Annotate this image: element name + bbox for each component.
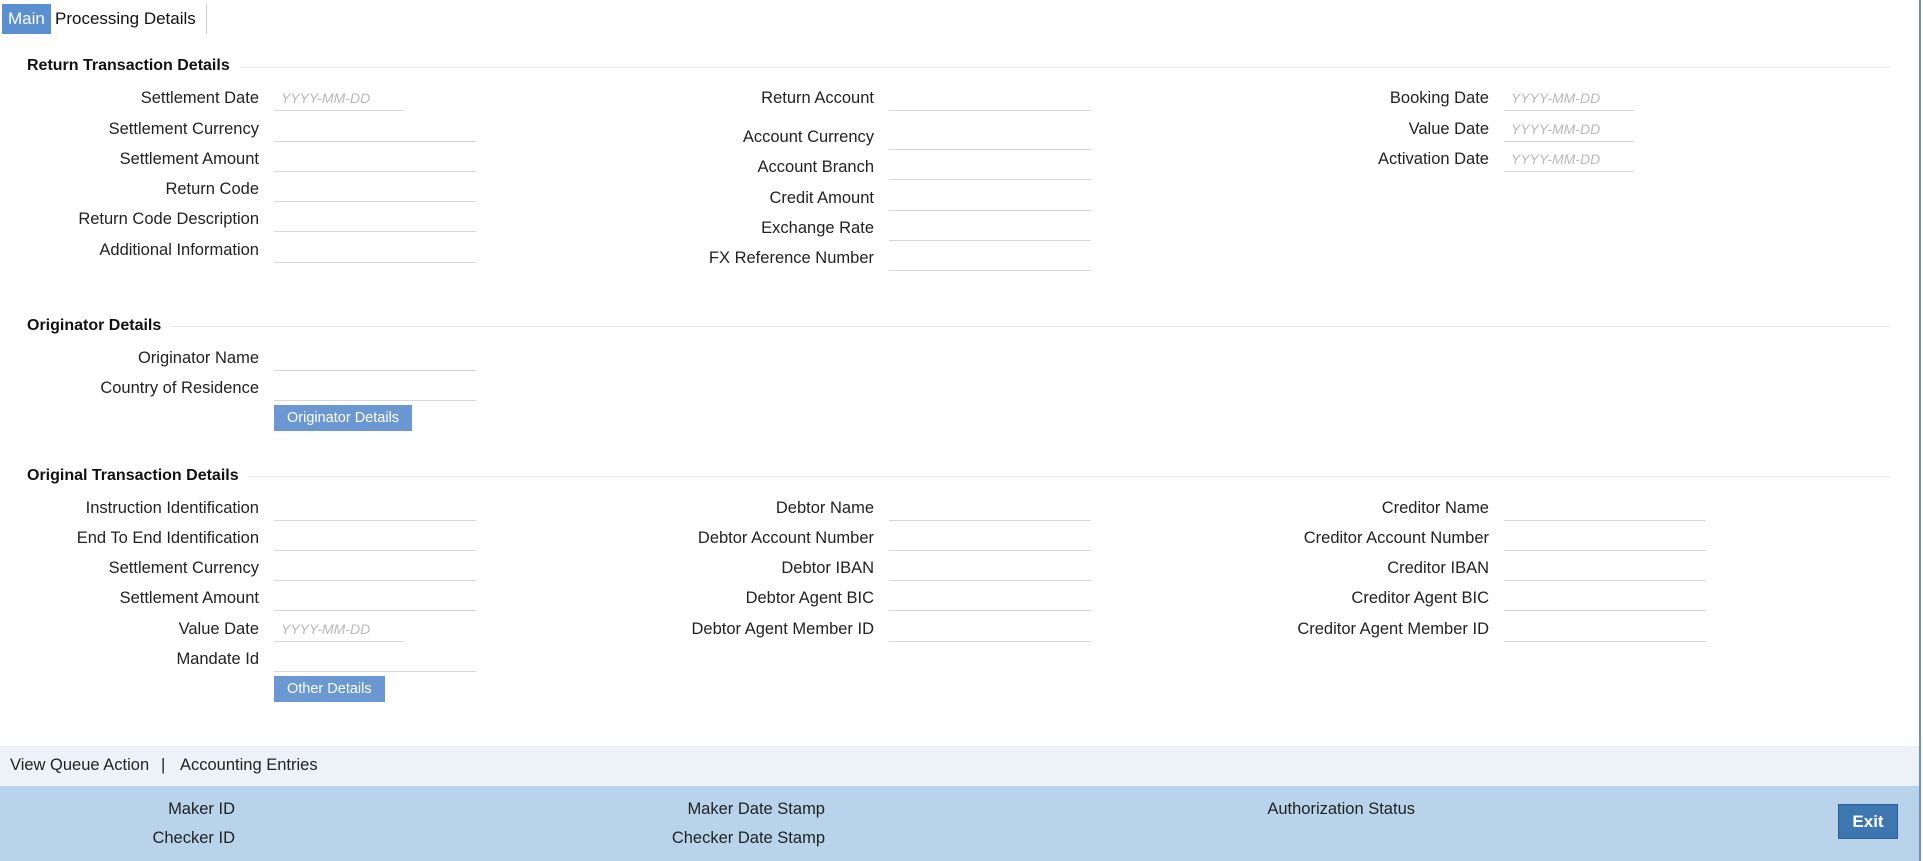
label-additional-information: Additional Information [99,241,259,259]
window-border [1919,0,1921,861]
creditor-iban-field[interactable] [1504,556,1706,581]
label-activation-date: Activation Date [1378,150,1489,168]
label-creditor-agent-member-id: Creditor Agent Member ID [1297,620,1489,638]
originator-details-button[interactable]: Originator Details [274,405,413,431]
return-code-field[interactable] [274,177,476,202]
label-creditor-agent-bic: Creditor Agent BIC [1351,589,1489,607]
return-code-description-field[interactable] [274,207,476,232]
settlement-amount-field[interactable] [274,147,476,172]
exchange-rate-field[interactable] [889,216,1091,241]
label-debtor-iban: Debtor IBAN [781,559,874,577]
debtor-name-field[interactable] [889,496,1091,521]
label-account-currency: Account Currency [742,128,874,146]
originator-name-field[interactable] [274,346,476,371]
exit-button[interactable]: Exit [1838,804,1898,839]
activation-date-field[interactable] [1504,147,1634,172]
label-credit-amount: Credit Amount [769,189,874,207]
action-link-bar: View Queue Action | Accounting Entries [0,746,1919,786]
value-date-field[interactable] [1504,117,1634,142]
label-maker-date-stamp: Maker Date Stamp [687,800,825,818]
label-debtor-account-number: Debtor Account Number [697,529,874,547]
label-creditor-name: Creditor Name [1381,499,1489,517]
accounting-entries-link[interactable]: Accounting Entries [180,756,318,775]
return-account-field[interactable] [889,86,1091,111]
creditor-agent-bic-field[interactable] [1504,586,1706,611]
mandate-id-field[interactable] [274,647,476,672]
tab-main[interactable]: Main [2,4,51,34]
section-divider [240,67,1890,68]
label-end-to-end-identification: End To End Identification [76,529,259,547]
creditor-agent-member-id-field[interactable] [1504,617,1706,642]
instruction-identification-field[interactable] [274,496,476,521]
creditor-name-field[interactable] [1504,496,1706,521]
settlement-date-field[interactable] [274,86,404,111]
label-settlement-date: Settlement Date [140,89,259,107]
fx-reference-number-field[interactable] [889,246,1091,271]
country-of-residence-field[interactable] [274,376,476,401]
label-booking-date: Booking Date [1389,89,1489,107]
label-maker-id: Maker ID [168,800,235,818]
additional-information-field[interactable] [274,238,476,263]
booking-date-field[interactable] [1504,86,1634,111]
label-debtor-agent-member-id: Debtor Agent Member ID [691,620,875,638]
account-currency-field[interactable] [889,125,1091,150]
debtor-agent-member-id-field[interactable] [889,617,1091,642]
label-originator-name: Originator Name [137,349,259,367]
label-creditor-iban: Creditor IBAN [1387,559,1489,577]
label-creditor-account-number: Creditor Account Number [1303,529,1489,547]
section-title-return-transaction: Return Transaction Details [27,57,230,74]
label-settlement-currency: Settlement Currency [108,120,259,138]
section-title-originator: Originator Details [27,317,162,334]
label-checker-id: Checker ID [152,829,235,847]
label-original-settlement-amount: Settlement Amount [119,589,259,607]
debtor-iban-field[interactable] [889,556,1091,581]
label-original-settlement-currency: Settlement Currency [108,559,259,577]
label-original-value-date: Value Date [178,620,259,638]
creditor-account-number-field[interactable] [1504,526,1706,551]
original-settlement-currency-field[interactable] [274,556,476,581]
label-account-branch: Account Branch [757,158,874,176]
label-return-code-description: Return Code Description [78,210,259,228]
label-exchange-rate: Exchange Rate [761,219,874,237]
original-settlement-amount-field[interactable] [274,586,476,611]
tab-processing-details[interactable]: Processing Details [50,4,207,34]
label-value-date: Value Date [1408,120,1489,138]
section-divider [170,326,1890,327]
section-divider [248,476,1890,477]
label-country-of-residence: Country of Residence [100,379,259,397]
end-to-end-identification-field[interactable] [274,526,476,551]
label-mandate-id: Mandate Id [176,650,259,668]
label-debtor-name: Debtor Name [775,499,874,517]
section-title-original-transaction: Original Transaction Details [27,467,239,484]
label-return-account: Return Account [761,89,874,107]
label-settlement-amount: Settlement Amount [119,150,259,168]
other-details-button[interactable]: Other Details [274,676,385,702]
link-separator: | [161,756,166,774]
label-fx-reference-number: FX Reference Number [708,249,874,267]
view-queue-action-link[interactable]: View Queue Action [10,756,149,775]
label-return-code: Return Code [165,180,259,198]
label-checker-date-stamp: Checker Date Stamp [671,829,825,847]
audit-panel: Maker ID Checker ID Maker Date Stamp Che… [0,786,1919,861]
debtor-agent-bic-field[interactable] [889,586,1091,611]
label-instruction-identification: Instruction Identification [85,499,259,517]
label-authorization-status: Authorization Status [1267,800,1415,818]
credit-amount-field[interactable] [889,186,1091,211]
label-debtor-agent-bic: Debtor Agent BIC [745,589,874,607]
original-value-date-field[interactable] [274,617,404,642]
account-branch-field[interactable] [889,155,1091,180]
debtor-account-number-field[interactable] [889,526,1091,551]
settlement-currency-field[interactable] [274,117,476,142]
